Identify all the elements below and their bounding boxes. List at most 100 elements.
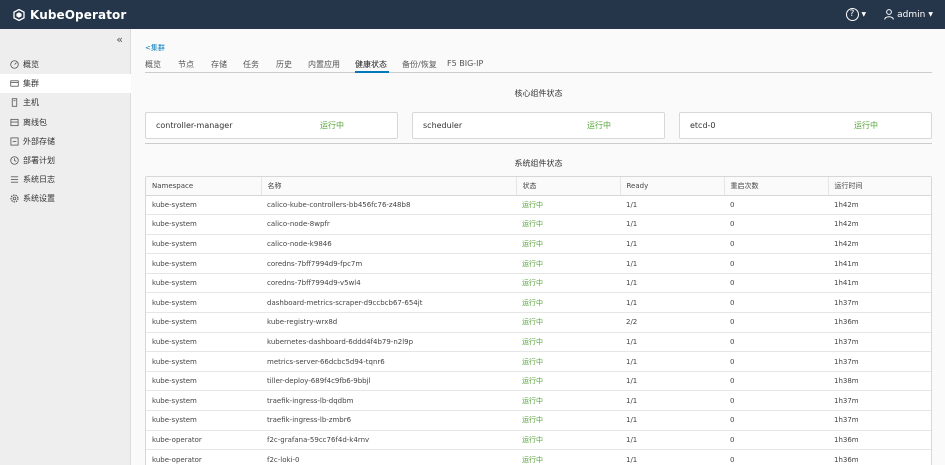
- sidebar: « 概览 集群 主机 离线包 外部存储 部署计划 系统日志 系统设置: [0, 29, 131, 465]
- chevron-down-icon: ▼: [861, 11, 867, 18]
- cell-ready: 1/1: [620, 410, 724, 431]
- table-row: kube-system coredns-7bff7994d9-v5wl4 运行中 1/…: [146, 273, 931, 294]
- cell-uptime: 1h36m: [828, 449, 931, 465]
- column-header-uptime[interactable]: 运行时间: [828, 177, 931, 196]
- cell-uptime: 1h41m: [828, 273, 931, 294]
- column-header-name[interactable]: 名称: [261, 177, 517, 196]
- cell-ready: 1/1: [620, 195, 724, 216]
- cell-restarts: 0: [724, 214, 828, 235]
- tab-health[interactable]: 健康状态: [355, 55, 389, 73]
- table-row: kube-system calico-node-8wpfr 运行中 1/1 0 1h42m: [146, 214, 931, 235]
- cell-namespace: kube-operator: [146, 449, 261, 465]
- cell-status: 运行中: [516, 410, 620, 431]
- core-components: controller-manager 运行中 scheduler 运行中 etc…: [145, 112, 932, 139]
- core-component-card: scheduler 运行中: [412, 112, 665, 139]
- cell-restarts: 0: [724, 390, 828, 412]
- sidebar-item-label: 离线包: [23, 117, 47, 127]
- cell-uptime: 1h37m: [828, 390, 931, 412]
- cell-ready: 1/1: [620, 449, 724, 465]
- cell-name: f2c-loki-0: [261, 449, 516, 465]
- cell-name: calico-node-8wpfr: [261, 214, 516, 235]
- cell-namespace: kube-system: [146, 351, 261, 372]
- tab-nodes[interactable]: 节点: [178, 55, 211, 73]
- help-button[interactable]: ? ▼: [845, 8, 867, 21]
- core-components-title: 核心组件状态: [514, 89, 563, 98]
- sidebar-item-label: 集群: [23, 79, 39, 89]
- tab-overview[interactable]: 概览: [145, 55, 178, 73]
- component-status: 运行中: [587, 121, 611, 130]
- sidebar-item-storage[interactable]: 外部存储: [0, 132, 131, 151]
- cell-uptime: 1h37m: [828, 292, 931, 314]
- plan-icon: [10, 156, 19, 165]
- cell-uptime: 1h37m: [828, 410, 931, 431]
- sidebar-nav: 概览 集群 主机 离线包 外部存储 部署计划 系统日志 系统设置: [0, 55, 131, 209]
- cell-uptime: 1h36m: [828, 430, 931, 451]
- cell-ready: 1/1: [620, 351, 724, 372]
- help-icon: ?: [845, 8, 859, 21]
- table-row: kube-system traefik-ingress-lb-zmbr6 运行中 1/…: [146, 410, 931, 431]
- sidebar-item-settings[interactable]: 系统设置: [0, 189, 131, 208]
- tab-storage[interactable]: 存储: [211, 55, 243, 73]
- table-row: kube-operator f2c-loki-0 运行中 1/1 0 1h36m: [146, 449, 931, 465]
- sidebar-item-label: 概览: [23, 60, 39, 70]
- system-components-title: 系统组件状态: [514, 159, 563, 168]
- tab-history[interactable]: 历史: [276, 55, 308, 73]
- double-chevron-left-icon[interactable]: «: [116, 33, 123, 46]
- breadcrumb-back-link[interactable]: <集群: [145, 43, 165, 53]
- cell-uptime: 1h36m: [828, 312, 931, 333]
- user-name: admin: [897, 9, 926, 20]
- table-row: kube-system metrics-server-66dcbc5d94-tqn…: [146, 351, 931, 372]
- brand[interactable]: KubeOperator: [13, 8, 126, 22]
- cell-name: calico-node-k9846: [261, 234, 516, 255]
- cell-uptime: 1h41m: [828, 253, 931, 274]
- table-row: kube-system coredns-7bff7994d9-fpc7m 运行中 1/…: [146, 253, 931, 274]
- column-header-status[interactable]: 状态: [516, 177, 621, 196]
- cell-restarts: 0: [724, 449, 828, 465]
- cell-name: traefik-ingress-lb-zmbr6: [261, 410, 516, 431]
- tab-f5-bigip[interactable]: F5 BIG-IP: [447, 55, 497, 73]
- column-header-restarts[interactable]: 重启次数: [724, 177, 829, 196]
- sidebar-item-overview[interactable]: 概览: [0, 55, 131, 74]
- cell-name: calico-kube-controllers-bb456fc76-z48b8: [261, 195, 516, 216]
- sidebar-item-host[interactable]: 主机: [0, 93, 131, 112]
- brand-name: KubeOperator: [30, 7, 127, 22]
- cell-namespace: kube-system: [146, 253, 261, 274]
- sidebar-item-cluster[interactable]: 集群: [0, 74, 131, 94]
- tab-bar: 概览 节点 存储 任务 历史 内置应用 健康状态 备份/恢复 F5 BIG-IP: [145, 55, 932, 73]
- cell-namespace: kube-system: [146, 410, 261, 431]
- cell-restarts: 0: [724, 332, 828, 353]
- core-component-card: etcd-0 运行中: [679, 112, 932, 139]
- cell-restarts: 0: [724, 351, 828, 372]
- table-row: kube-system calico-node-k9846 运行中 1/1 0 1h42m: [146, 234, 931, 255]
- cell-ready: 1/1: [620, 253, 724, 274]
- cell-uptime: 1h38m: [828, 371, 931, 392]
- sidebar-item-log[interactable]: 系统日志: [0, 170, 131, 189]
- cell-restarts: 0: [724, 312, 828, 333]
- cell-name: coredns-7bff7994d9-fpc7m: [261, 253, 516, 274]
- cell-restarts: 0: [724, 292, 828, 314]
- cell-name: dashboard-metrics-scraper-d9ccbcb67-654j…: [261, 292, 516, 314]
- cell-restarts: 0: [724, 195, 828, 216]
- cell-ready: 2/2: [620, 312, 724, 333]
- sidebar-item-label: 外部存储: [23, 136, 55, 146]
- user-menu-button[interactable]: admin ▼: [884, 9, 933, 20]
- cell-namespace: kube-system: [146, 273, 261, 294]
- tab-tasks[interactable]: 任务: [243, 55, 276, 73]
- column-header-namespace[interactable]: Namespace: [146, 177, 262, 196]
- cell-namespace: kube-system: [146, 214, 261, 235]
- cell-ready: 1/1: [620, 214, 724, 235]
- table-row: kube-system traefik-ingress-lb-dqdbm 运行中 1/…: [146, 390, 931, 412]
- cell-status: 运行中: [516, 430, 620, 451]
- sidebar-item-package[interactable]: 离线包: [0, 113, 131, 132]
- cell-uptime: 1h37m: [828, 332, 931, 353]
- tab-apps[interactable]: 内置应用: [308, 55, 355, 73]
- component-status: 运行中: [854, 121, 878, 130]
- cell-restarts: 0: [724, 430, 828, 451]
- settings-icon: [10, 194, 19, 203]
- cell-ready: 1/1: [620, 234, 724, 255]
- tab-backup[interactable]: 备份/恢复: [402, 55, 447, 73]
- cell-name: f2c-grafana-59cc76f4d-k4rnv: [261, 430, 516, 451]
- log-icon: [10, 175, 19, 184]
- column-header-ready[interactable]: Ready: [620, 177, 725, 196]
- sidebar-item-plan[interactable]: 部署计划: [0, 151, 131, 170]
